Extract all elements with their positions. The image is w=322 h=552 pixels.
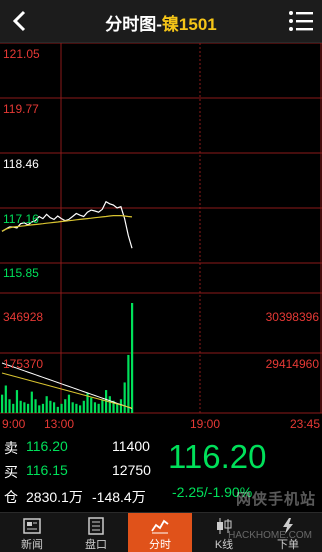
price-label-mid: 118.46 [3, 157, 39, 171]
title-code: 1501 [178, 15, 217, 34]
price-label-2: 119.77 [3, 102, 39, 116]
volume-bar [45, 396, 48, 413]
last-price: 116.20 [168, 438, 267, 475]
list-menu-icon[interactable] [288, 8, 314, 34]
volume-bar [75, 403, 78, 413]
oi-label: 仓 [4, 489, 18, 505]
volume-bar [30, 391, 33, 413]
volume-bar [34, 399, 37, 413]
time-label-end: 23:45 [289, 417, 320, 431]
volume-bar [60, 403, 63, 413]
volume-bar [67, 394, 71, 413]
time-label-night: 19:00 [190, 417, 221, 431]
tab-news[interactable]: 新闻 [0, 513, 64, 552]
volume-bar [119, 399, 123, 413]
tab-news-label: 新闻 [21, 539, 43, 551]
tab-intraday-label: 分时 [149, 539, 171, 551]
intraday-chart-icon [151, 519, 169, 534]
volume-bar [8, 399, 11, 413]
oi-change: -148.4万 [92, 489, 146, 505]
price-label-top: 121.05 [3, 47, 40, 61]
volume-bar [19, 400, 22, 413]
volume-bar [131, 303, 134, 413]
volume-bar [108, 396, 111, 413]
tab-orderbook-label: 盘口 [85, 539, 107, 551]
volume-bar [15, 390, 19, 413]
oi-value: 2830.1万 [26, 489, 83, 505]
tab-orderbook[interactable]: 盘口 [64, 513, 128, 552]
page-title: 分时图-镍1501 [0, 10, 322, 35]
price-label-bottom: 115.85 [3, 266, 39, 280]
sell-qty: 11400 [112, 438, 150, 454]
time-label-afternoon: 13:00 [44, 417, 75, 431]
volume-bar [12, 403, 15, 413]
volume-bar [4, 385, 7, 413]
sell-label: 卖 [4, 440, 18, 456]
volume-bar [97, 403, 100, 413]
volume-label-right-mid: 29414960 [265, 357, 319, 371]
volume-bar [79, 405, 82, 413]
volume-bar [82, 400, 85, 413]
volume-bar [27, 403, 30, 413]
volume-label-right-top: 30398396 [265, 310, 319, 324]
buy-price: 116.15 [26, 462, 68, 478]
volume-bar [53, 402, 56, 413]
volume-label-left-mid: 175370 [3, 357, 44, 371]
volume-bar [93, 402, 97, 413]
volume-bar [23, 402, 26, 413]
volume-label-left-top: 346928 [3, 310, 44, 324]
volume-bar [38, 405, 41, 413]
volume-bar [127, 354, 130, 413]
buy-qty: 12750 [112, 462, 151, 478]
buy-label: 买 [4, 464, 18, 480]
volume-bar [56, 406, 59, 413]
sell-price: 116.20 [26, 438, 68, 454]
watermark-text: 网侠手机站 [235, 491, 316, 508]
watermark-url: HACKHOME.COM [228, 530, 312, 541]
volume-bar [90, 397, 93, 413]
title-name: 镍 [161, 15, 179, 34]
volume-bar [123, 382, 126, 413]
tab-intraday[interactable]: 分时 [128, 513, 192, 552]
title-prefix: 分时图- [105, 15, 162, 34]
price-label-4: 117.16 [3, 212, 39, 226]
price-lines [1, 200, 133, 409]
volume-bar [41, 403, 45, 413]
orderbook-icon [88, 517, 104, 535]
volume-bar [116, 403, 119, 413]
volume-bar [71, 402, 74, 413]
news-icon [23, 518, 41, 534]
volume-bar [64, 399, 67, 413]
volume-bar [101, 399, 104, 413]
volume-bar [1, 394, 4, 413]
volume-bar [49, 400, 52, 413]
time-label-start: 9:00 [2, 417, 26, 431]
intraday-chart[interactable] [0, 43, 322, 432]
